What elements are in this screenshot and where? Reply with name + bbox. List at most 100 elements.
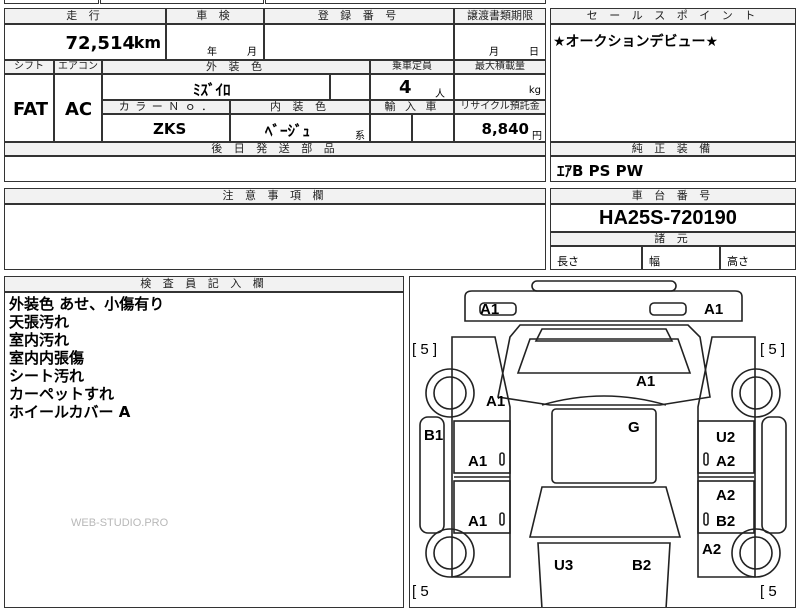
inspector-header: 検 査 員 記 入 欄 <box>4 276 404 292</box>
damage-label-left-front-door: A1 <box>468 453 488 470</box>
bracket-bottom-right: [ 5 <box>760 583 777 600</box>
registration-header: 登 録 番 号 <box>264 8 454 24</box>
dimensions-header: 諸 元 <box>550 232 796 246</box>
interior-color-value: ﾍﾞｰｼﾞｭ <box>265 122 311 140</box>
car-diagram-panel: A1 A1 [ 5 ] [ 5 ] A1 A1 B1 G U2 A1 A2 A2… <box>409 276 796 608</box>
damage-label-trunk-b2: B2 <box>632 557 652 574</box>
exterior-color-cell: ﾐｽﾞｲﾛ <box>102 74 330 100</box>
dim-height-cell: 高さ <box>720 246 796 270</box>
max-load-header: 最大積載量 <box>454 60 546 74</box>
capacity-unit: 人 <box>435 89 445 100</box>
capacity-value: 4 <box>399 77 412 98</box>
rear-cabin-outline <box>528 486 682 538</box>
shift-cell: FAT <box>4 74 54 142</box>
damage-label-hood: A1 <box>636 373 656 390</box>
inspection-value-cell: 年 月 <box>166 24 264 60</box>
transfer-deadline-header: 譲渡書類期限 <box>454 8 546 24</box>
import-header: 輸 入 車 <box>370 100 454 114</box>
import-cell-a <box>370 114 412 142</box>
watermark: WEB-STUDIO.PRO <box>71 517 169 529</box>
windshield-outline <box>516 338 692 374</box>
later-parts-cell <box>4 156 546 182</box>
transfer-deadline-cell: 月 日 <box>454 24 546 60</box>
factory-equipment-value: ｴｱB PS PW <box>557 162 644 180</box>
interior-color-cell: ﾍﾞｰｼﾞｭ 系 <box>230 114 370 142</box>
bracket-bottom-left: [ 5 <box>412 583 429 600</box>
left-front-handle <box>499 452 505 466</box>
sales-point-header: セ ー ル ス ポ イ ン ト <box>550 8 796 24</box>
right-rear-handle <box>703 512 709 526</box>
import-cell-b <box>412 114 454 142</box>
damage-label-right-rear-b2: B2 <box>716 513 736 530</box>
inspection-year-label: 年 <box>207 47 217 58</box>
damage-label-right-front-door: A2 <box>716 453 736 470</box>
dim-height-label: 高さ <box>727 255 749 268</box>
mileage-value: 72,514 <box>65 33 135 54</box>
inspector-note-line: シート汚れ <box>9 367 85 385</box>
interior-color-header: 内 装 色 <box>230 100 370 114</box>
right-front-handle <box>703 452 709 466</box>
exterior-color-extra <box>330 74 370 100</box>
aircon-header: エアコン <box>54 60 102 74</box>
factory-equipment-cell: ｴｱB PS PW <box>550 156 796 182</box>
damage-label-left-fender: A1 <box>486 393 506 410</box>
color-no-value: ZKS <box>153 120 187 138</box>
shift-header: シフト <box>4 60 54 74</box>
caution-cell <box>4 204 546 270</box>
recycle-unit: 円 <box>532 131 542 142</box>
inspector-note-line: カーペットすれ <box>9 385 115 403</box>
roof-panel <box>551 408 657 484</box>
recycle-header: リサイクル預託金 <box>454 100 546 114</box>
chassis-cell: HA25S-720190 <box>550 204 796 232</box>
inspector-notes: 外装色 あせ、小傷有り 天張汚れ 室内汚れ 室内内張傷 シート汚れ カーペットす… <box>9 295 164 421</box>
bracket-top-left: [ 5 ] <box>412 341 438 358</box>
inspector-notes-cell: 外装色 あせ、小傷有り 天張汚れ 室内汚れ 室内内張傷 シート汚れ カーペットす… <box>4 292 404 608</box>
top-partial-row-2 <box>100 0 264 4</box>
capacity-header: 乗車定員 <box>370 60 454 74</box>
left-rear-handle <box>499 512 505 526</box>
recycle-cell: 8,840 円 <box>454 114 546 142</box>
trunk-outline <box>537 542 671 607</box>
damage-label-front-left: A1 <box>480 301 500 318</box>
car-diagram <box>419 280 787 607</box>
top-partial-row-3 <box>265 0 546 4</box>
sales-point-text: ★オークションデビュー★ <box>553 34 719 50</box>
damage-label-trunk-u3: U3 <box>554 557 574 574</box>
caution-header: 注 意 事 項 欄 <box>4 188 546 204</box>
front-bumper <box>531 280 677 292</box>
recycle-value: 8,840 <box>481 120 529 138</box>
inspector-note-line: 室内内張傷 <box>9 349 85 367</box>
inspector-note-line: 室内汚れ <box>9 331 70 349</box>
front-end-outline <box>464 290 743 322</box>
right-rear-wheel-inner <box>739 536 773 570</box>
damage-label-front-right: A1 <box>704 301 724 318</box>
dim-length-label: 長さ <box>557 255 579 268</box>
later-parts-header: 後 日 発 送 部 品 <box>4 142 546 156</box>
left-front-wheel-inner <box>433 376 467 410</box>
color-no-cell: ZKS <box>102 114 230 142</box>
chassis-value: HA25S-720190 <box>599 207 737 229</box>
mileage-value-cell: 72,514 km <box>4 24 166 60</box>
sales-point-cell: ★オークションデビュー★ <box>550 24 796 142</box>
right-front-wheel-inner <box>739 376 773 410</box>
transfer-month-label: 月 <box>489 47 499 58</box>
inspector-note-line: 天張汚れ <box>9 313 70 331</box>
damage-label-right-u2: U2 <box>716 429 736 446</box>
factory-equipment-header: 純 正 装 備 <box>550 142 796 156</box>
max-load-unit: kg <box>528 85 541 96</box>
interior-color-suffix: 系 <box>355 131 365 142</box>
damage-label-right-quarter: A2 <box>702 541 722 558</box>
roof-front-curve <box>541 395 667 406</box>
mileage-header: 走 行 <box>4 8 166 24</box>
aircon-cell: AC <box>54 74 102 142</box>
inspection-month-label: 月 <box>247 47 257 58</box>
bracket-top-right: [ 5 ] <box>760 341 786 358</box>
color-no-header: カ ラ ー Ｎ ｏ ． <box>102 100 230 114</box>
exterior-color-header: 外 装 色 <box>102 60 370 74</box>
exterior-color-value: ﾐｽﾞｲﾛ <box>193 81 231 99</box>
registration-value-cell <box>264 24 454 60</box>
dim-width-label: 幅 <box>649 255 660 268</box>
mileage-unit: km <box>133 33 161 52</box>
inspection-header: 車 検 <box>166 8 264 24</box>
damage-label-left-side: B1 <box>424 427 444 444</box>
